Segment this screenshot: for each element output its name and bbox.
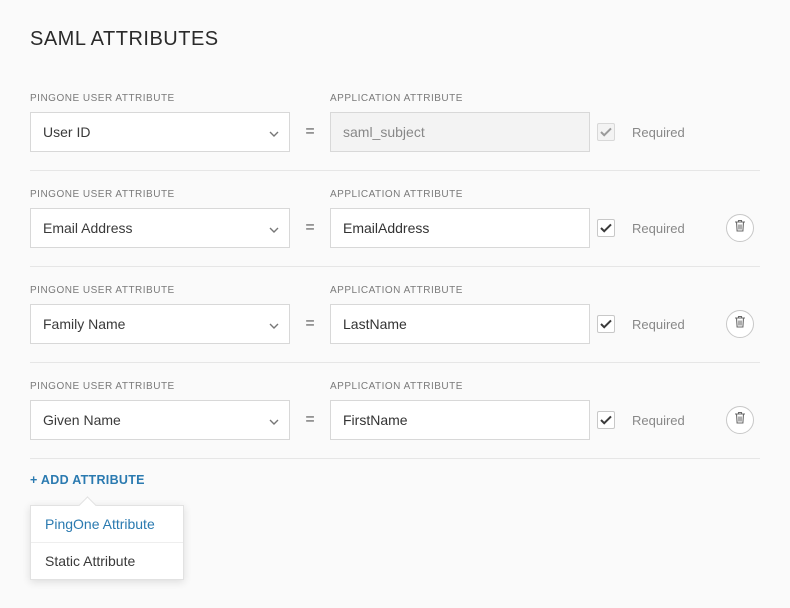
application-attribute-label: APPLICATION ATTRIBUTE — [330, 93, 590, 104]
equals-sign: = — [290, 400, 330, 440]
pingone-column: PINGONE USER ATTRIBUTE Email Address — [30, 189, 290, 248]
application-column: APPLICATION ATTRIBUTE LastName — [330, 285, 590, 344]
trash-icon — [734, 411, 746, 429]
required-label: Required — [622, 208, 720, 248]
application-column: APPLICATION ATTRIBUTE saml_subject — [330, 93, 590, 152]
required-checkbox-wrap — [590, 112, 622, 152]
pingone-column: PINGONE USER ATTRIBUTE User ID — [30, 93, 290, 152]
trash-placeholder — [720, 112, 760, 152]
required-label: Required — [622, 304, 720, 344]
equals-sign: = — [290, 304, 330, 344]
chevron-down-icon — [269, 412, 279, 428]
attribute-row: PINGONE USER ATTRIBUTE Email Address = A… — [30, 171, 760, 267]
equals-sign: = — [290, 208, 330, 248]
select-value: Family Name — [43, 316, 125, 332]
required-checkbox[interactable] — [597, 315, 615, 333]
required-label: Required — [622, 112, 720, 152]
pingone-attribute-label: PINGONE USER ATTRIBUTE — [30, 381, 290, 392]
chevron-down-icon — [269, 220, 279, 236]
application-column: APPLICATION ATTRIBUTE FirstName — [330, 381, 590, 440]
chevron-down-icon — [269, 124, 279, 140]
attribute-row: PINGONE USER ATTRIBUTE Given Name = APPL… — [30, 363, 760, 459]
required-checkbox — [597, 123, 615, 141]
application-attribute-input[interactable]: EmailAddress — [330, 208, 590, 248]
required-checkbox[interactable] — [597, 219, 615, 237]
required-label: Required — [622, 400, 720, 440]
pingone-attribute-label: PINGONE USER ATTRIBUTE — [30, 93, 290, 104]
pingone-attribute-label: PINGONE USER ATTRIBUTE — [30, 285, 290, 296]
pingone-attribute-select[interactable]: User ID — [30, 112, 290, 152]
page-title: SAML ATTRIBUTES — [30, 28, 760, 51]
delete-button[interactable] — [726, 406, 754, 434]
attribute-row: PINGONE USER ATTRIBUTE User ID = APPLICA… — [30, 75, 760, 171]
required-checkbox-wrap — [590, 304, 622, 344]
application-attribute-label: APPLICATION ATTRIBUTE — [330, 189, 590, 200]
pingone-column: PINGONE USER ATTRIBUTE Family Name — [30, 285, 290, 344]
trash-wrap — [720, 304, 760, 344]
pingone-attribute-select[interactable]: Email Address — [30, 208, 290, 248]
required-checkbox-wrap — [590, 400, 622, 440]
application-attribute-label: APPLICATION ATTRIBUTE — [330, 381, 590, 392]
trash-icon — [734, 219, 746, 237]
add-attribute-button[interactable]: + ADD ATTRIBUTE — [30, 473, 145, 487]
delete-button[interactable] — [726, 214, 754, 242]
equals-sign: = — [290, 112, 330, 152]
application-attribute-input[interactable]: FirstName — [330, 400, 590, 440]
delete-button[interactable] — [726, 310, 754, 338]
chevron-down-icon — [269, 316, 279, 332]
dropdown-item-static[interactable]: Static Attribute — [31, 543, 183, 579]
application-attribute-label: APPLICATION ATTRIBUTE — [330, 285, 590, 296]
required-checkbox[interactable] — [597, 411, 615, 429]
add-attribute-dropdown: PingOne Attribute Static Attribute — [30, 505, 184, 580]
application-attribute-input: saml_subject — [330, 112, 590, 152]
pingone-column: PINGONE USER ATTRIBUTE Given Name — [30, 381, 290, 440]
select-value: User ID — [43, 124, 90, 140]
required-checkbox-wrap — [590, 208, 622, 248]
select-value: Given Name — [43, 412, 121, 428]
dropdown-item-pingone[interactable]: PingOne Attribute — [31, 506, 183, 543]
attribute-row: PINGONE USER ATTRIBUTE Family Name = APP… — [30, 267, 760, 363]
application-column: APPLICATION ATTRIBUTE EmailAddress — [330, 189, 590, 248]
trash-wrap — [720, 400, 760, 440]
pingone-attribute-select[interactable]: Given Name — [30, 400, 290, 440]
select-value: Email Address — [43, 220, 132, 236]
trash-wrap — [720, 208, 760, 248]
application-attribute-input[interactable]: LastName — [330, 304, 590, 344]
trash-icon — [734, 315, 746, 333]
pingone-attribute-label: PINGONE USER ATTRIBUTE — [30, 189, 290, 200]
pingone-attribute-select[interactable]: Family Name — [30, 304, 290, 344]
